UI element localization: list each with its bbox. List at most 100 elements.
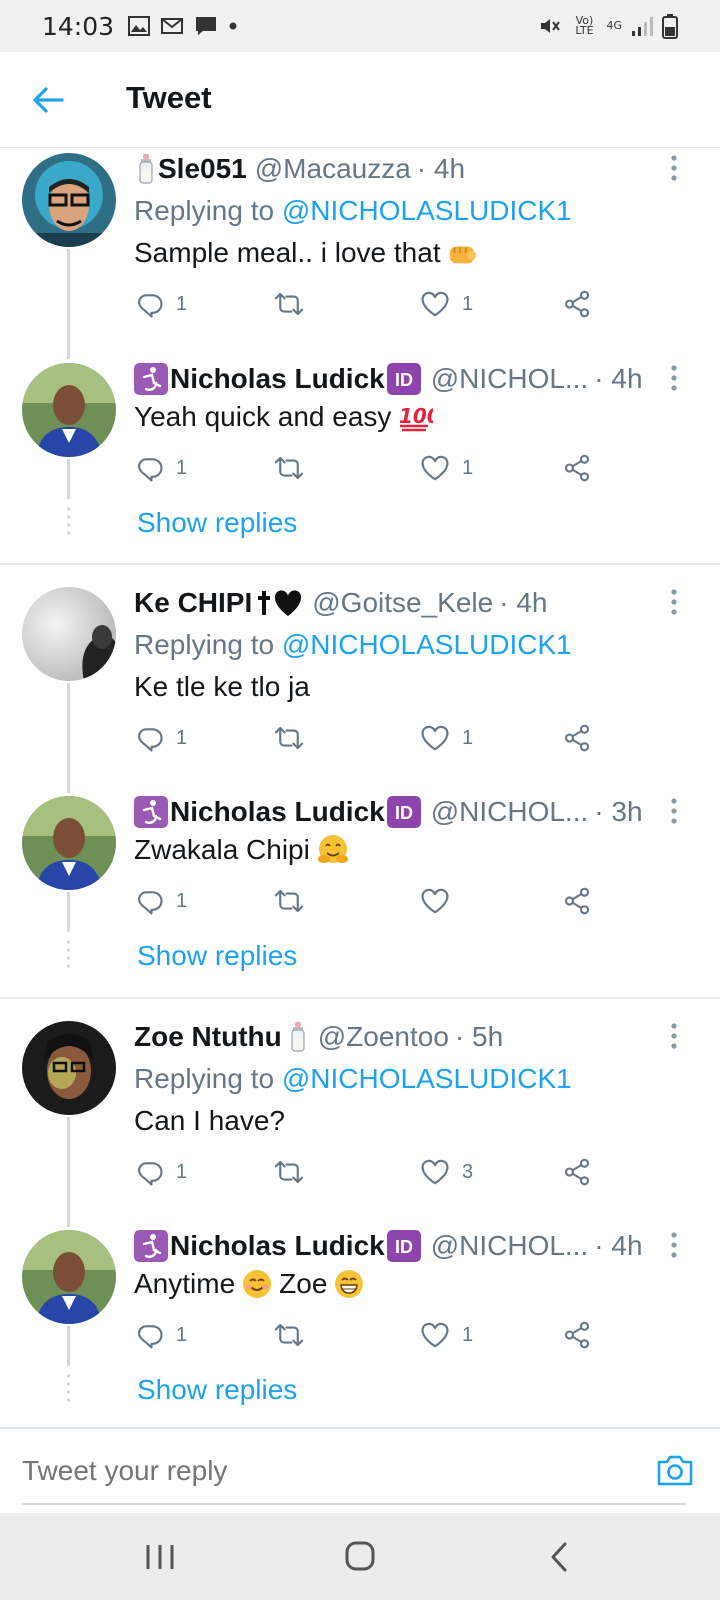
tweet-text: Sample meal.. i love that [134,237,477,269]
tweet-text: Ke tle ke tlo ja [134,671,310,703]
retweet-button[interactable] [274,289,304,319]
back-arrow-icon[interactable] [30,82,66,118]
thread-divider [0,997,720,999]
status-time: 14:03 [42,11,115,41]
share-button[interactable] [562,289,592,319]
reply-tweet[interactable]: Nicholas Ludick @NICHOL... · 4h Yeah qui… [0,359,720,564]
status-bar: 14:03 Vo) LTE 4G [0,0,720,52]
display-name[interactable]: Nicholas Ludick [170,363,385,395]
replying-to-prefix: Replying to [134,629,275,660]
like-button[interactable]: 1 [420,289,473,319]
tweet-header: Nicholas Ludick @NICHOL... · 4h [134,363,643,395]
more-options-icon[interactable] [670,798,678,824]
show-replies-link[interactable]: Show replies [137,507,297,539]
home-icon[interactable] [340,1539,380,1575]
system-icons: Vo) LTE 4G [538,13,678,39]
more-options-icon[interactable] [670,1023,678,1049]
retweet-button[interactable] [274,1320,304,1350]
share-button[interactable] [562,1157,592,1187]
display-name[interactable]: Nicholas Ludick [170,1230,385,1262]
mention-link[interactable]: @NICHOLASLUDICK1 [282,1063,572,1094]
heart-icon [420,453,450,483]
share-icon [562,453,592,483]
reply-composer [0,1427,720,1513]
cross-emoji [256,589,272,617]
reply-count: 1 [176,456,188,479]
retweet-button[interactable] [274,886,304,916]
tweet-text-content: Can I have? [134,1105,285,1136]
timestamp: · 4h [499,587,548,618]
tweet-header: Zoe Ntuthu @Zoentoo · 5h [134,1021,503,1053]
reply-tweet[interactable]: Nicholas Ludick @NICHOL... · 4h Anytime … [0,1226,720,1427]
reply-button[interactable]: 1 [134,289,187,319]
display-name[interactable]: Sle051 [158,153,247,185]
user-handle: @NICHOL... [430,363,589,394]
wheelchair-emoji [134,796,168,828]
thread-line [67,249,70,359]
like-button[interactable]: 3 [420,1157,473,1187]
tweet-text-content: Sample meal.. i love that [134,237,441,268]
reply-tweet[interactable]: Zoe Ntuthu @Zoentoo · 5h Replying to @NI… [0,1017,720,1227]
reply-tweet[interactable]: Nicholas Ludick @NICHOL... · 3h Zwakala … [0,792,720,997]
wheelchair-emoji [134,1230,168,1262]
like-button[interactable]: 1 [420,453,473,483]
more-options-icon[interactable] [670,365,678,391]
user-handle: @Goitse_Kele [312,587,494,618]
retweet-button[interactable] [274,453,304,483]
camera-icon[interactable] [656,1453,694,1487]
more-options-icon[interactable] [670,155,678,181]
mention-link[interactable]: @NICHOLASLUDICK1 [282,629,572,660]
show-replies-link[interactable]: Show replies [137,940,297,972]
reply-button[interactable]: 1 [134,453,187,483]
show-replies-link[interactable]: Show replies [137,1374,297,1406]
share-button[interactable] [562,453,592,483]
replying-to: Replying to @NICHOLASLUDICK1 [134,195,572,227]
reply-tweet[interactable]: Ke CHIPI @Goitse_Kele · 4h Replying to @… [0,583,720,793]
reply-button[interactable]: 1 [134,1320,187,1350]
mention-link[interactable]: @NICHOLASLUDICK1 [282,195,572,226]
avatar[interactable] [22,1021,116,1115]
replies-feed[interactable]: Sle051 @Macauzza · 4h Replying to @NICHO… [0,149,720,1427]
reply-button[interactable]: 1 [134,723,187,753]
recent-apps-icon[interactable] [140,1539,180,1575]
retweet-button[interactable] [274,1157,304,1187]
share-button[interactable] [562,886,592,916]
reply-button[interactable]: 1 [134,886,187,916]
display-name[interactable]: Ke CHIPI [134,587,252,619]
reply-button[interactable]: 1 [134,1157,187,1187]
more-options-icon[interactable] [670,1232,678,1258]
hundred-points-emoji [397,401,433,433]
retweet-icon [274,886,304,916]
retweet-button[interactable] [274,723,304,753]
like-button[interactable]: 1 [420,723,473,753]
display-name[interactable]: Zoe Ntuthu [134,1021,282,1053]
timestamp: · 4h [594,363,643,394]
avatar[interactable] [22,153,116,247]
reply-tweet[interactable]: Sle051 @Macauzza · 4h Replying to @NICHO… [0,149,720,359]
reply-input[interactable] [22,1451,622,1491]
avatar[interactable] [22,587,116,681]
share-icon [562,886,592,916]
share-icon [562,1320,592,1350]
avatar[interactable] [22,363,116,457]
retweet-icon [274,1157,304,1187]
tweet-text-content: Zwakala Chipi [134,834,310,865]
dot-icon [229,22,237,30]
volte-indicator: Vo) LTE [575,14,594,37]
tweet-actions: 1 [134,886,614,920]
avatar[interactable] [22,796,116,890]
avatar[interactable] [22,1230,116,1324]
like-button[interactable]: 1 [420,1320,473,1350]
like-count: 1 [462,1323,474,1346]
more-options-icon[interactable] [670,589,678,615]
back-nav-icon[interactable] [540,1539,580,1575]
share-button[interactable] [562,1320,592,1350]
black-heart-emoji [272,588,304,618]
thread-dots [67,505,70,535]
signal-icon [632,17,653,36]
display-name[interactable]: Nicholas Ludick [170,796,385,828]
share-button[interactable] [562,723,592,753]
share-icon [562,723,592,753]
reply-icon [134,1320,164,1350]
like-button[interactable] [420,886,462,916]
